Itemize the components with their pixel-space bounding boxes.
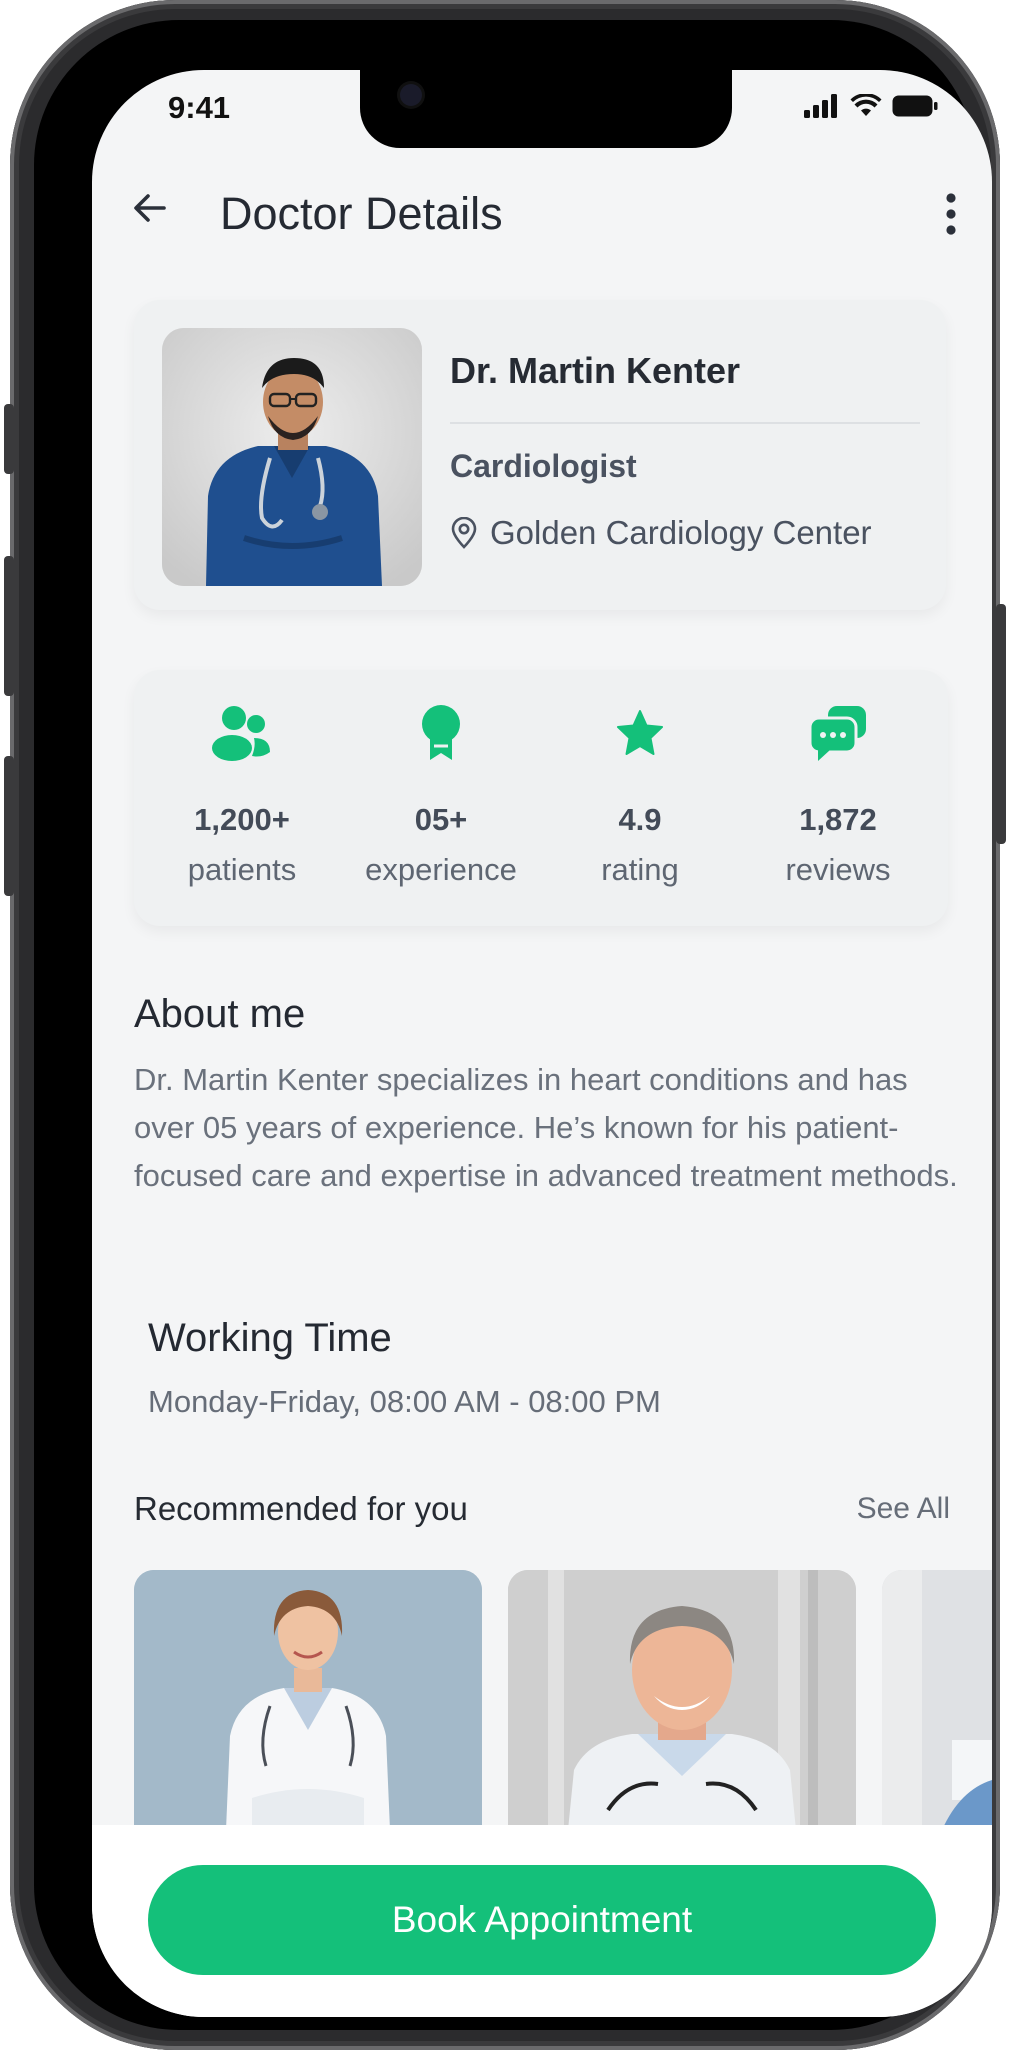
phone-bezel: 9:41 Doctor Details Dr. Martin Kenter Ca… [34, 20, 992, 2030]
back-button[interactable] [130, 188, 170, 233]
doctor-profile-card[interactable]: Dr. Martin Kenter Cardiologist Golden Ca… [134, 300, 946, 610]
about-text: Dr. Martin Kenter specializes in heart c… [134, 1062, 958, 1193]
top-app-bar: Doctor Details [92, 170, 992, 250]
location-text: Golden Cardiology Center [490, 514, 872, 551]
recommended-doctor-card[interactable] [134, 1570, 482, 1830]
stat-label: reviews [785, 852, 891, 887]
camera-icon [400, 84, 422, 106]
recommended-doctor-card[interactable] [508, 1570, 856, 1830]
power-button [996, 604, 1006, 844]
stat-value: 1,872 [799, 802, 877, 837]
doctor-name: Dr. Martin Kenter [450, 350, 741, 391]
doctor-photo [134, 1570, 482, 1830]
stat-label: experience [365, 852, 517, 887]
about-title: About me [134, 992, 306, 1036]
status-icons [804, 94, 938, 118]
battery-icon [892, 95, 938, 117]
more-vertical-icon [946, 193, 956, 235]
doctor-specialty: Cardiologist [450, 448, 637, 484]
volume-down-button [4, 756, 14, 896]
volume-up-button [4, 556, 14, 696]
stat-rating: 4.9 rating [540, 670, 740, 926]
signal-icon [804, 94, 837, 118]
stat-reviews: 1,872 reviews [738, 670, 938, 926]
wifi-icon [850, 94, 882, 116]
notch [360, 70, 732, 148]
divider [450, 422, 920, 424]
map-pin-icon [451, 517, 477, 549]
stat-value: 05+ [414, 802, 468, 837]
doctor-photo [508, 1570, 856, 1830]
arrow-left-icon [134, 194, 166, 222]
working-time-text: Monday-Friday, 08:00 AM - 08:00 PM [148, 1384, 661, 1419]
doctor-photo [162, 328, 422, 586]
stat-value: 1,200+ [194, 802, 290, 837]
see-all-link[interactable]: See All [857, 1492, 950, 1526]
stat-value: 4.9 [618, 802, 662, 837]
recommended-title: Recommended for you [134, 1490, 468, 1527]
book-appointment-button[interactable]: Book Appointment [148, 1865, 936, 1975]
star-icon [617, 710, 663, 755]
doctor-location: Golden Cardiology Center [450, 514, 872, 552]
phone-frame: 9:41 Doctor Details Dr. Martin Kenter Ca… [4, 0, 1006, 2050]
stats-card: 1,200+ patients 05+ experience 4.9 ratin… [134, 670, 948, 926]
award-icon [422, 705, 460, 760]
more-options-button[interactable] [944, 192, 958, 241]
mute-switch [4, 404, 14, 474]
app-screen: 9:41 Doctor Details Dr. Martin Kenter Ca… [92, 70, 992, 2017]
doctor-photo [882, 1570, 992, 1830]
recommended-doctor-card[interactable] [882, 1570, 992, 1830]
status-time: 9:41 [168, 90, 231, 125]
stat-label: patients [187, 852, 297, 887]
patients-icon [212, 706, 270, 761]
stat-label: rating [601, 852, 679, 887]
page-title: Doctor Details [220, 188, 503, 239]
chat-bubbles-icon [808, 706, 866, 761]
working-time-title: Working Time [148, 1316, 392, 1360]
stat-patients: 1,200+ patients [142, 670, 342, 926]
stat-experience: 05+ experience [341, 670, 541, 926]
